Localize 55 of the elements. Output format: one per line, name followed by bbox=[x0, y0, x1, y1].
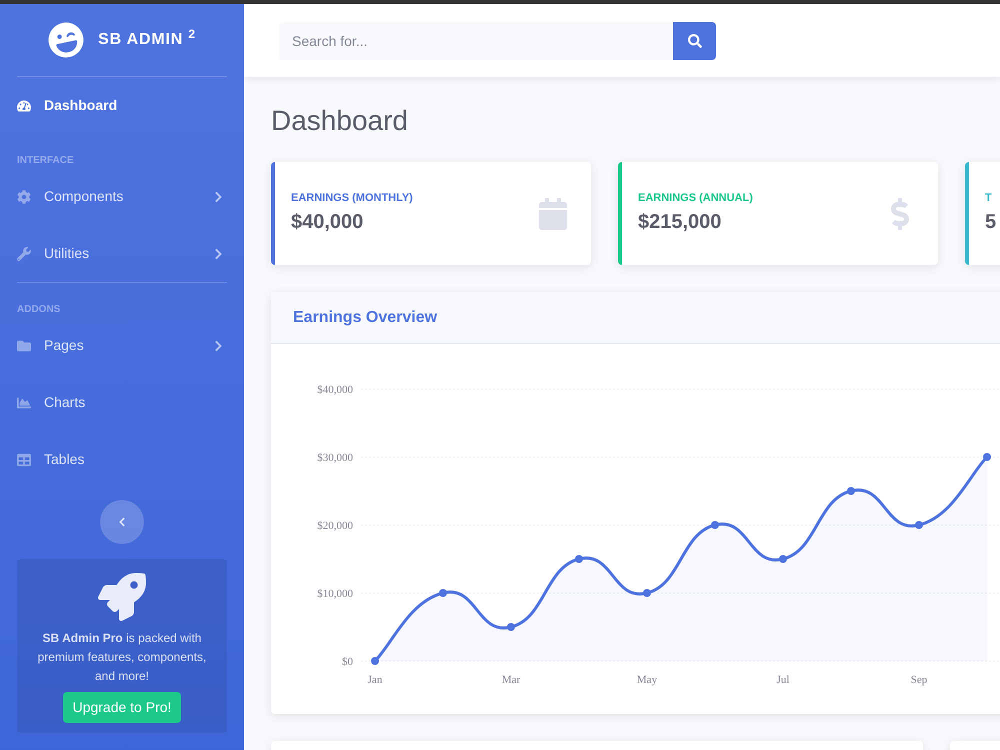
stat-label: T bbox=[985, 191, 993, 206]
data-point bbox=[983, 453, 991, 461]
y-tick-label: $10,000 bbox=[317, 588, 353, 600]
card-title: Earnings Overview bbox=[293, 308, 438, 328]
search-icon bbox=[688, 34, 702, 48]
section-heading: INTERFACE bbox=[17, 154, 75, 168]
folder-icon bbox=[17, 338, 31, 352]
gear-icon bbox=[17, 190, 31, 204]
y-tick-label: $20,000 bbox=[317, 520, 353, 532]
data-point bbox=[643, 589, 651, 597]
x-tick-label: May bbox=[636, 674, 658, 686]
section-heading: ADDONS bbox=[16, 303, 62, 317]
area-chart-icon bbox=[17, 396, 31, 410]
data-point bbox=[915, 521, 923, 529]
rocket-icon bbox=[98, 573, 146, 621]
chevron-left-icon bbox=[118, 517, 126, 527]
data-point bbox=[847, 487, 855, 495]
y-tick-label: $40,000 bbox=[317, 384, 353, 396]
stat-value: $40,000 bbox=[291, 210, 364, 235]
data-point bbox=[711, 521, 719, 529]
chevron-right-icon bbox=[214, 190, 223, 202]
stat-value: 5 bbox=[985, 210, 998, 235]
data-point bbox=[371, 657, 379, 665]
data-point bbox=[439, 589, 447, 597]
page-title: Dashboard bbox=[271, 104, 409, 138]
promo-text: SB Admin Pro is packed with premium features, components, and more! bbox=[36, 630, 208, 685]
nav-item[interactable]: Components bbox=[0, 168, 244, 225]
search-button[interactable] bbox=[673, 22, 716, 60]
nav-item[interactable]: Utilities bbox=[0, 225, 244, 282]
x-tick-label: Jan bbox=[368, 674, 382, 686]
search-field[interactable]: Search for... bbox=[279, 22, 673, 60]
sidebar-toggle-button[interactable] bbox=[100, 500, 144, 544]
upgrade-button[interactable]: Upgrade to Pro! bbox=[62, 692, 182, 723]
x-tick-label: Mar bbox=[502, 674, 520, 686]
chevron-right-icon bbox=[214, 340, 223, 352]
data-point bbox=[575, 555, 583, 563]
stat-label: EARNINGS (MONTHLY) bbox=[291, 191, 414, 206]
wrench-icon bbox=[17, 246, 31, 260]
x-tick-label: Sep bbox=[910, 674, 928, 686]
nav-item[interactable]: Pages bbox=[0, 317, 244, 374]
stat-value: $215,000 bbox=[638, 210, 722, 235]
nav-item[interactable]: Tables bbox=[0, 431, 244, 488]
gauge-icon bbox=[17, 98, 31, 112]
nav-item[interactable]: Dashboard bbox=[0, 77, 244, 134]
brand-name[interactable]: SB ADMIN $^{2}$ bbox=[98, 28, 196, 52]
calendar-icon bbox=[537, 198, 569, 230]
data-point bbox=[779, 555, 787, 563]
table-icon bbox=[17, 452, 31, 466]
y-tick-label: $30,000 bbox=[317, 452, 353, 464]
stat-label: EARNINGS (ANNUAL) bbox=[638, 191, 754, 206]
nav-item[interactable]: Charts bbox=[0, 374, 244, 431]
chevron-right-icon bbox=[214, 248, 223, 260]
data-point bbox=[507, 623, 515, 631]
y-tick-label: $0 bbox=[342, 656, 353, 668]
x-tick-label: Jul bbox=[776, 674, 790, 686]
